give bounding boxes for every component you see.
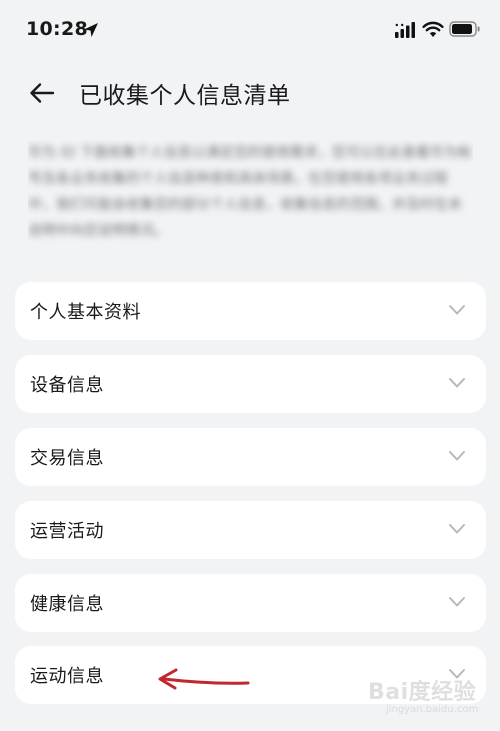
battery-icon (449, 21, 480, 37)
chevron-down-icon (449, 597, 465, 607)
chevron-down-icon (449, 378, 465, 388)
section-health-info[interactable]: 健康信息 (15, 574, 486, 632)
chevron-down-icon (449, 451, 465, 461)
section-label: 设备信息 (30, 375, 104, 396)
annotation-arrow-icon (158, 668, 250, 690)
page-title: 已收集个人信息清单 (79, 83, 291, 109)
section-basic-profile[interactable]: 个人基本资料 (15, 282, 486, 340)
baidu-watermark: Bai度经验 jingyan.baidu.com (368, 672, 490, 718)
location-arrow-icon (84, 23, 98, 37)
back-button[interactable] (22, 77, 62, 109)
section-transaction-info[interactable]: 交易信息 (15, 428, 486, 486)
status-bar: 10:28 (0, 0, 500, 60)
description-text: 华为 ID 下面收集个人信息以满足您的使用需求，您可以在此查看华为帐号及各业务收… (28, 145, 472, 239)
page-header: 已收集个人信息清单 (0, 62, 500, 122)
cellular-signal-icon (395, 22, 415, 38)
section-label: 个人基本资料 (30, 302, 141, 323)
chevron-down-icon (449, 524, 465, 534)
section-label: 运动信息 (30, 666, 104, 687)
section-device-info[interactable]: 设备信息 (15, 355, 486, 413)
chevron-down-icon (449, 305, 465, 315)
section-label: 交易信息 (30, 448, 104, 469)
watermark-text: Bai度经验 (368, 680, 477, 705)
status-time: 10:28 (26, 18, 88, 40)
wifi-icon (422, 21, 444, 37)
arrow-left-icon (30, 83, 55, 103)
description-block: 华为 ID 下面收集个人信息以满足您的使用需求，您可以在此查看华为帐号及各业务收… (28, 140, 473, 270)
section-operations-activity[interactable]: 运营活动 (15, 501, 486, 559)
section-label: 健康信息 (30, 594, 104, 615)
watermark-url: jingyan.baidu.com (386, 704, 479, 715)
section-label: 运营活动 (30, 521, 104, 542)
